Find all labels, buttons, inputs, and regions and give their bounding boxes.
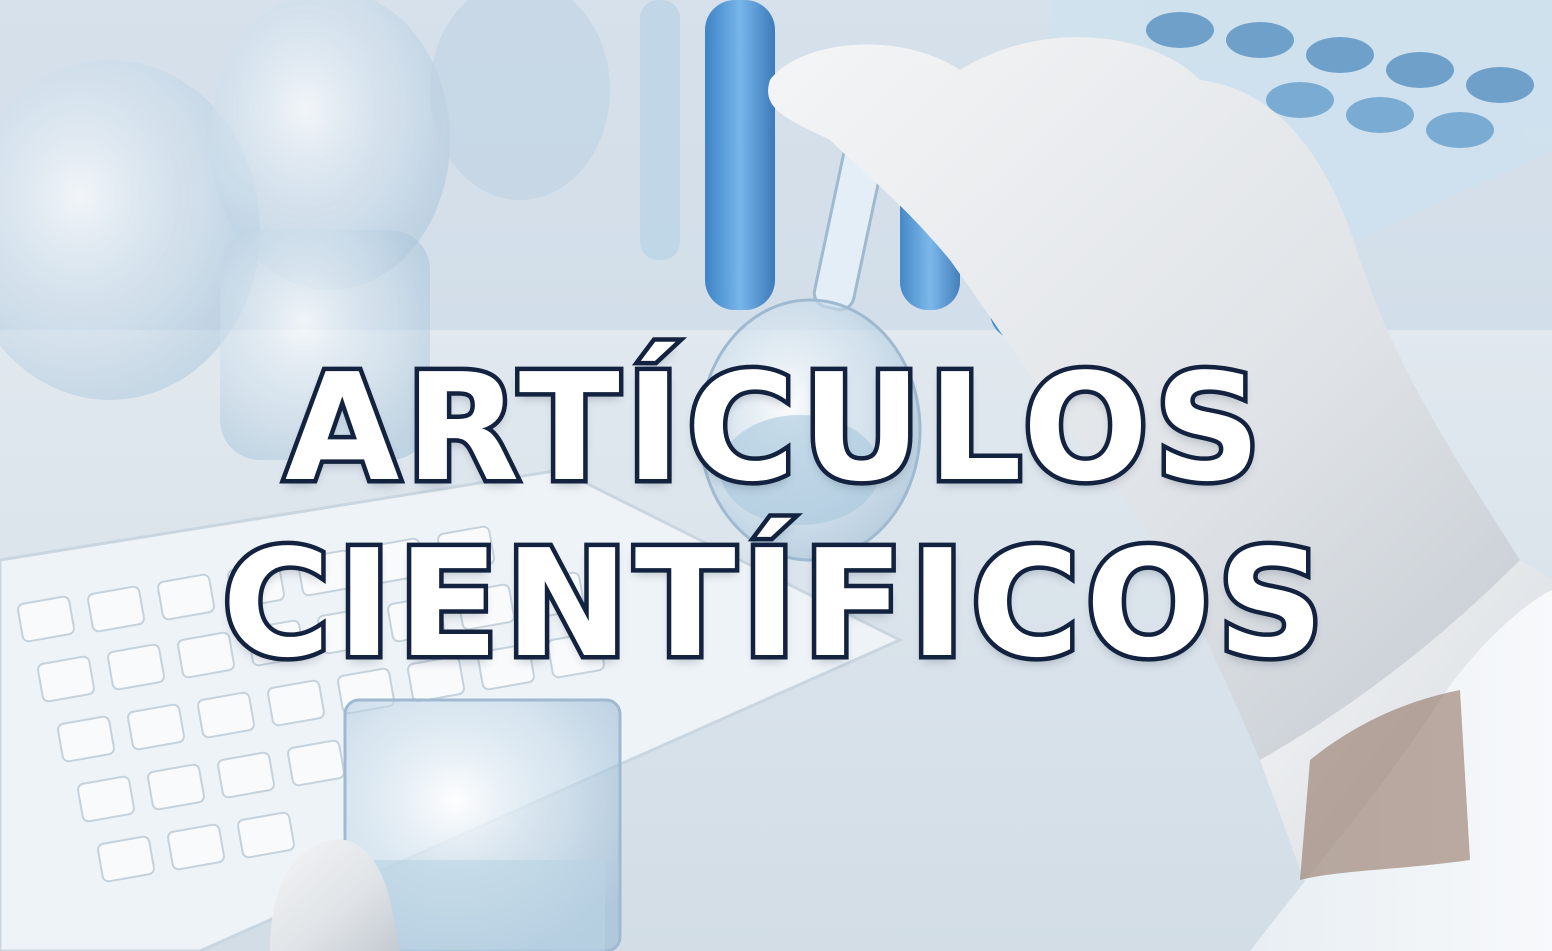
title-line-2: CIENTÍFICOS bbox=[218, 514, 1330, 695]
banner: ARTÍCULOS CIENTÍFICOS bbox=[0, 0, 1552, 951]
banner-title: ARTÍCULOS CIENTÍFICOS bbox=[0, 338, 1552, 695]
title-line-1: ARTÍCULOS bbox=[280, 338, 1268, 519]
